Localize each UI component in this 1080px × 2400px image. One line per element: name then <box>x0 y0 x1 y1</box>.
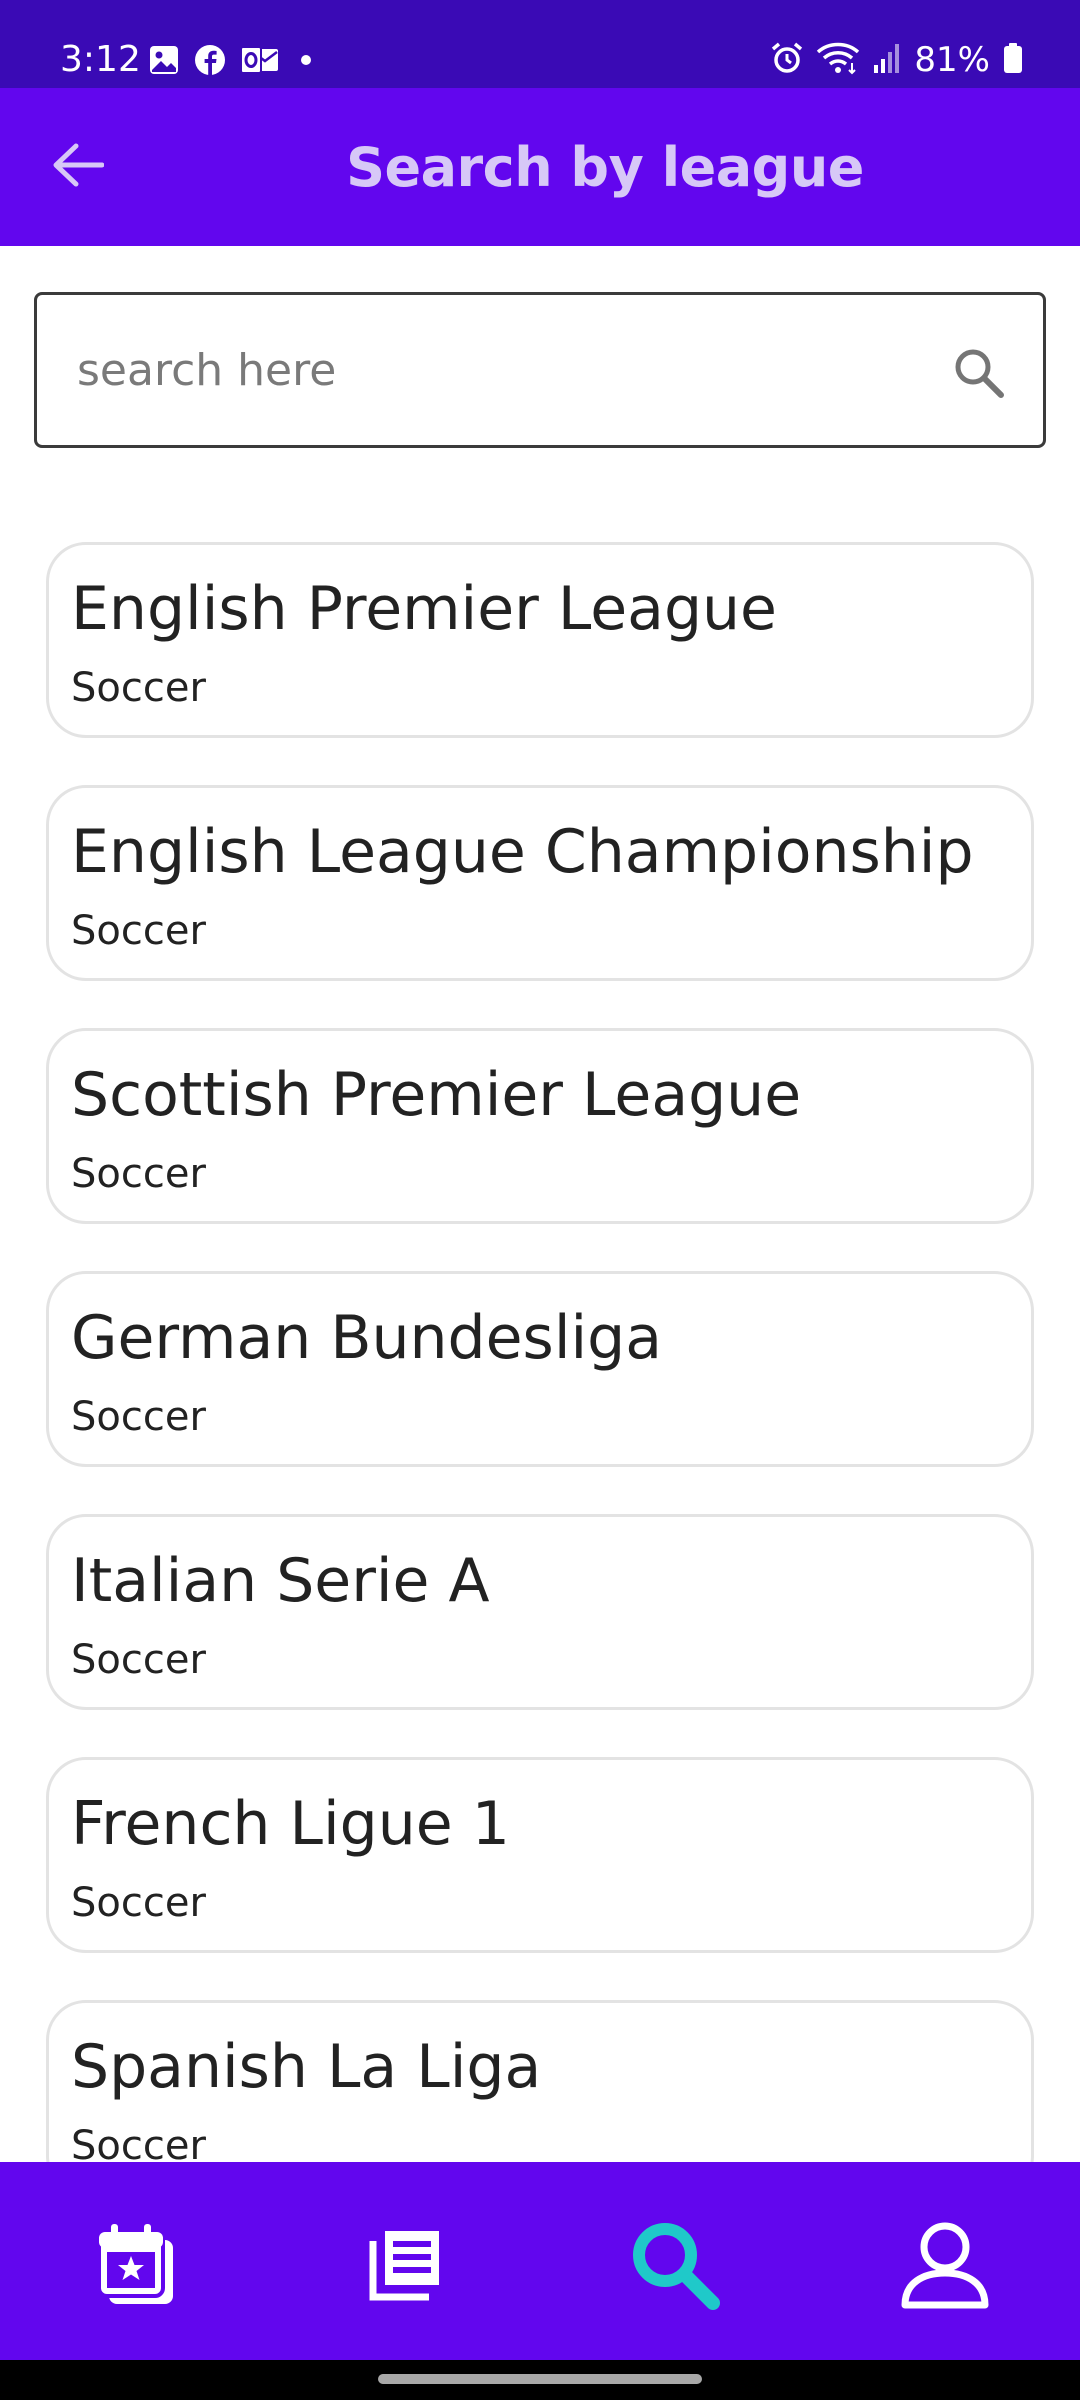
page-title: Search by league <box>346 135 864 199</box>
league-card[interactable]: English League Championship Soccer <box>46 785 1034 981</box>
league-name: Italian Serie A <box>71 1546 490 1616</box>
league-name: English League Championship <box>71 817 974 887</box>
system-status: 81% <box>770 40 1024 80</box>
system-nav-bar <box>0 2360 1080 2400</box>
nav-search[interactable] <box>620 2212 730 2322</box>
wifi-icon <box>816 41 860 79</box>
league-name: Spanish La Liga <box>71 2032 542 2102</box>
league-name: English Premier League <box>71 574 777 644</box>
league-sport: Soccer <box>71 1880 206 1926</box>
nav-news[interactable] <box>350 2212 460 2322</box>
calendar-star-icon <box>93 2222 177 2312</box>
battery-icon <box>1002 41 1024 79</box>
profile-icon <box>897 2217 993 2317</box>
league-name: French Ligue 1 <box>71 1789 510 1859</box>
status-bar: 3:12 81% <box>0 0 1080 88</box>
league-list: English Premier League Soccer English Le… <box>46 542 1034 2243</box>
league-card[interactable]: German Bundesliga Soccer <box>46 1271 1034 1467</box>
search-box <box>34 292 1046 448</box>
app-bar: Search by league <box>0 88 1080 246</box>
facebook-icon <box>194 44 226 76</box>
league-card[interactable]: Scottish Premier League Soccer <box>46 1028 1034 1224</box>
notification-icons <box>148 42 318 78</box>
bottom-nav <box>0 2162 1080 2360</box>
nav-calendar[interactable] <box>80 2212 190 2322</box>
league-card[interactable]: English Premier League Soccer <box>46 542 1034 738</box>
league-card[interactable]: French Ligue 1 Soccer <box>46 1757 1034 1953</box>
battery-percent: 81% <box>914 40 990 80</box>
league-sport: Soccer <box>71 1637 206 1683</box>
outlook-icon <box>240 44 280 76</box>
nav-profile[interactable] <box>890 2212 1000 2322</box>
search-icon[interactable] <box>951 345 1007 401</box>
search-icon <box>627 2217 723 2317</box>
status-time: 3:12 <box>60 39 141 80</box>
alarm-icon <box>770 41 804 79</box>
news-icon <box>367 2227 443 2307</box>
league-sport: Soccer <box>71 1394 206 1440</box>
signal-icon <box>872 41 902 79</box>
league-name: German Bundesliga <box>71 1303 663 1373</box>
gallery-icon <box>148 44 180 76</box>
dot-icon <box>294 44 318 76</box>
league-sport: Soccer <box>71 665 206 711</box>
search-input[interactable] <box>77 295 927 445</box>
league-sport: Soccer <box>71 908 206 954</box>
home-indicator[interactable] <box>378 2374 702 2384</box>
league-card[interactable]: Italian Serie A Soccer <box>46 1514 1034 1710</box>
league-name: Scottish Premier League <box>71 1060 802 1130</box>
league-sport: Soccer <box>71 1151 206 1197</box>
